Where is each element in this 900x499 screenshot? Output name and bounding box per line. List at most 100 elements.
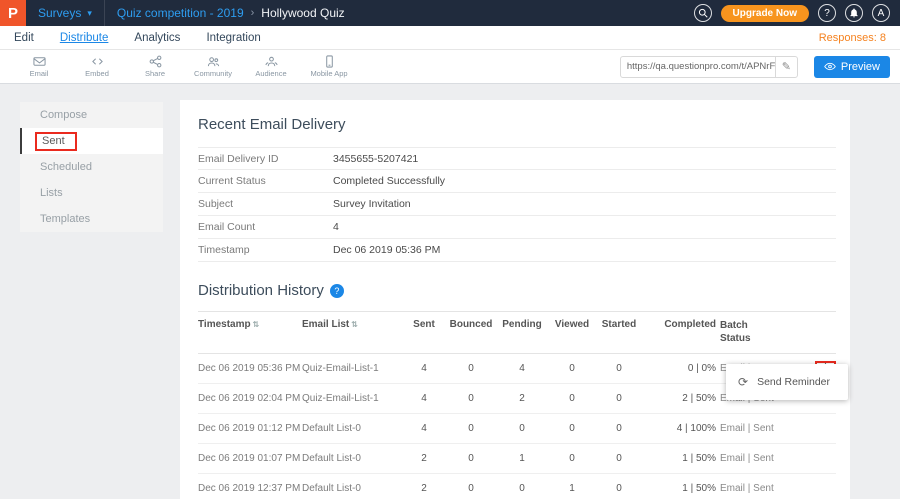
table-header-row: Timestamp⇅ Email List⇅ Sent Bounced Pend… (198, 311, 836, 354)
cell-sent: 4 (402, 363, 446, 374)
edit-url-button[interactable]: ✎ (775, 57, 797, 77)
cell-started: 0 (596, 423, 642, 434)
share-icon (149, 55, 162, 68)
info-row: Timestamp Dec 06 2019 05:36 PM (198, 239, 836, 262)
column-header-started: Started (596, 319, 642, 330)
survey-url-field: https://qa.questionpro.com/t/APNrFZfZ9 ✎ (620, 56, 798, 78)
cell-sent: 4 (402, 393, 446, 404)
preview-button[interactable]: Preview (814, 56, 890, 78)
toolbar-item-label: Embed (85, 69, 109, 78)
distribution-history-title: Distribution History (198, 282, 324, 299)
help-button[interactable]: ? (818, 4, 836, 22)
cell-viewed: 0 (548, 423, 596, 434)
avatar-letter: A (878, 8, 885, 19)
tab-edit[interactable]: Edit (14, 32, 34, 44)
responses-count[interactable]: Responses: 8 (819, 32, 886, 44)
preview-button-label: Preview (841, 61, 880, 73)
toolbar-item-label: Share (145, 69, 165, 78)
menu-item-send-reminder[interactable]: ⟳ Send Reminder (726, 364, 848, 400)
cell-viewed: 1 (548, 483, 596, 494)
row-context-menu: ⟳ Send Reminder (726, 364, 848, 400)
embed-code-icon (91, 55, 104, 68)
info-label: Subject (198, 198, 333, 210)
user-avatar[interactable]: A (872, 4, 890, 22)
sidebar-item-label: Lists (40, 187, 63, 199)
toolbar-item-community[interactable]: Community (184, 55, 242, 78)
notifications-button[interactable] (845, 4, 863, 22)
cell-email-list: Default List-0 (302, 483, 402, 494)
info-label: Timestamp (198, 244, 333, 256)
toolbar-item-share[interactable]: Share (126, 55, 184, 78)
sidebar-item-lists[interactable]: Lists (20, 180, 163, 206)
question-mark-icon: ? (824, 8, 830, 19)
distribution-history-header: Distribution History ? (198, 282, 836, 299)
breadcrumb-parent-link[interactable]: Quiz competition - 2019 (117, 6, 244, 20)
column-header-email-list[interactable]: Email List⇅ (302, 319, 402, 330)
cell-completed: 2 | 50% (642, 393, 720, 404)
cell-started: 0 (596, 363, 642, 374)
cell-bounced: 0 (446, 423, 496, 434)
pencil-icon: ✎ (782, 60, 791, 73)
sidebar-item-label: Templates (40, 213, 90, 225)
tab-analytics[interactable]: Analytics (134, 32, 180, 44)
info-row: Subject Survey Invitation (198, 193, 836, 216)
sidebar-item-label: Compose (40, 109, 87, 121)
column-header-batch-status: Batch Status (720, 319, 800, 345)
cell-timestamp: Dec 06 2019 01:12 PM (198, 423, 302, 434)
info-value: Completed Successfully (333, 175, 445, 187)
info-label: Current Status (198, 175, 333, 187)
help-tooltip-icon[interactable]: ? (330, 284, 344, 298)
toolbar-item-label: Email (30, 69, 49, 78)
cell-completed: 1 | 50% (642, 483, 720, 494)
community-icon (207, 55, 220, 68)
email-icon (33, 55, 46, 68)
info-value: 4 (333, 221, 339, 233)
cell-timestamp: Dec 06 2019 12:37 PM (198, 483, 302, 494)
cell-bounced: 0 (446, 363, 496, 374)
toolbar-item-mobile-app[interactable]: Mobile App (300, 55, 358, 78)
info-row: Email Count 4 (198, 216, 836, 239)
upgrade-now-button[interactable]: Upgrade Now (721, 5, 809, 22)
sidebar-item-compose[interactable]: Compose (20, 102, 163, 128)
column-header-pending: Pending (496, 319, 548, 330)
questionpro-logo[interactable]: P (0, 0, 26, 26)
distribute-toolbar: Email Embed Share Community Audience Mob… (0, 50, 900, 84)
cell-batch-status: Email | Sent (720, 483, 800, 494)
cell-email-list: Quiz-Email-List-1 (302, 363, 402, 374)
search-button[interactable] (694, 4, 712, 22)
mobile-app-icon (323, 55, 336, 68)
breadcrumb-separator: › (251, 7, 255, 19)
info-value: Survey Invitation (333, 198, 411, 210)
column-header-bounced: Bounced (446, 319, 496, 330)
cell-timestamp: Dec 06 2019 01:07 PM (198, 453, 302, 464)
cell-completed: 0 | 0% (642, 363, 720, 374)
cell-started: 0 (596, 483, 642, 494)
breadcrumb-current: Hollywood Quiz (261, 6, 344, 20)
sidebar-item-scheduled[interactable]: Scheduled (20, 154, 163, 180)
column-header-timestamp[interactable]: Timestamp⇅ (198, 319, 302, 330)
table-row: Dec 06 2019 01:07 PM Default List-0 2 0 … (198, 444, 836, 474)
survey-url-value[interactable]: https://qa.questionpro.com/t/APNrFZfZ9 (621, 61, 775, 72)
search-icon (698, 8, 708, 18)
recent-delivery-table: Email Delivery ID 3455655-5207421 Curren… (198, 147, 836, 262)
sidebar-item-sent[interactable]: Sent (20, 128, 163, 154)
tab-integration[interactable]: Integration (206, 32, 260, 44)
toolbar-item-email[interactable]: Email (10, 55, 68, 78)
tab-distribute[interactable]: Distribute (60, 32, 109, 44)
table-row: Dec 06 2019 12:37 PM Default List-0 2 0 … (198, 474, 836, 499)
toolbar-item-label: Audience (255, 69, 286, 78)
sidebar-item-templates[interactable]: Templates (20, 206, 163, 232)
toolbar-item-audience[interactable]: Audience (242, 55, 300, 78)
cell-batch-status: Email | Sent (720, 453, 800, 464)
surveys-dropdown[interactable]: Surveys ▾ (26, 0, 105, 26)
app-window: P Surveys ▾ Quiz competition - 2019 › Ho… (0, 0, 900, 499)
toolbar-item-embed[interactable]: Embed (68, 55, 126, 78)
cell-sent: 2 (402, 453, 446, 464)
sidebar-item-label-annotated: Sent (35, 132, 77, 151)
column-header-completed: Completed (642, 319, 720, 330)
cell-bounced: 0 (446, 483, 496, 494)
cell-email-list: Default List-0 (302, 423, 402, 434)
audience-icon (265, 55, 278, 68)
topbar: P Surveys ▾ Quiz competition - 2019 › Ho… (0, 0, 900, 26)
cell-sent: 4 (402, 423, 446, 434)
